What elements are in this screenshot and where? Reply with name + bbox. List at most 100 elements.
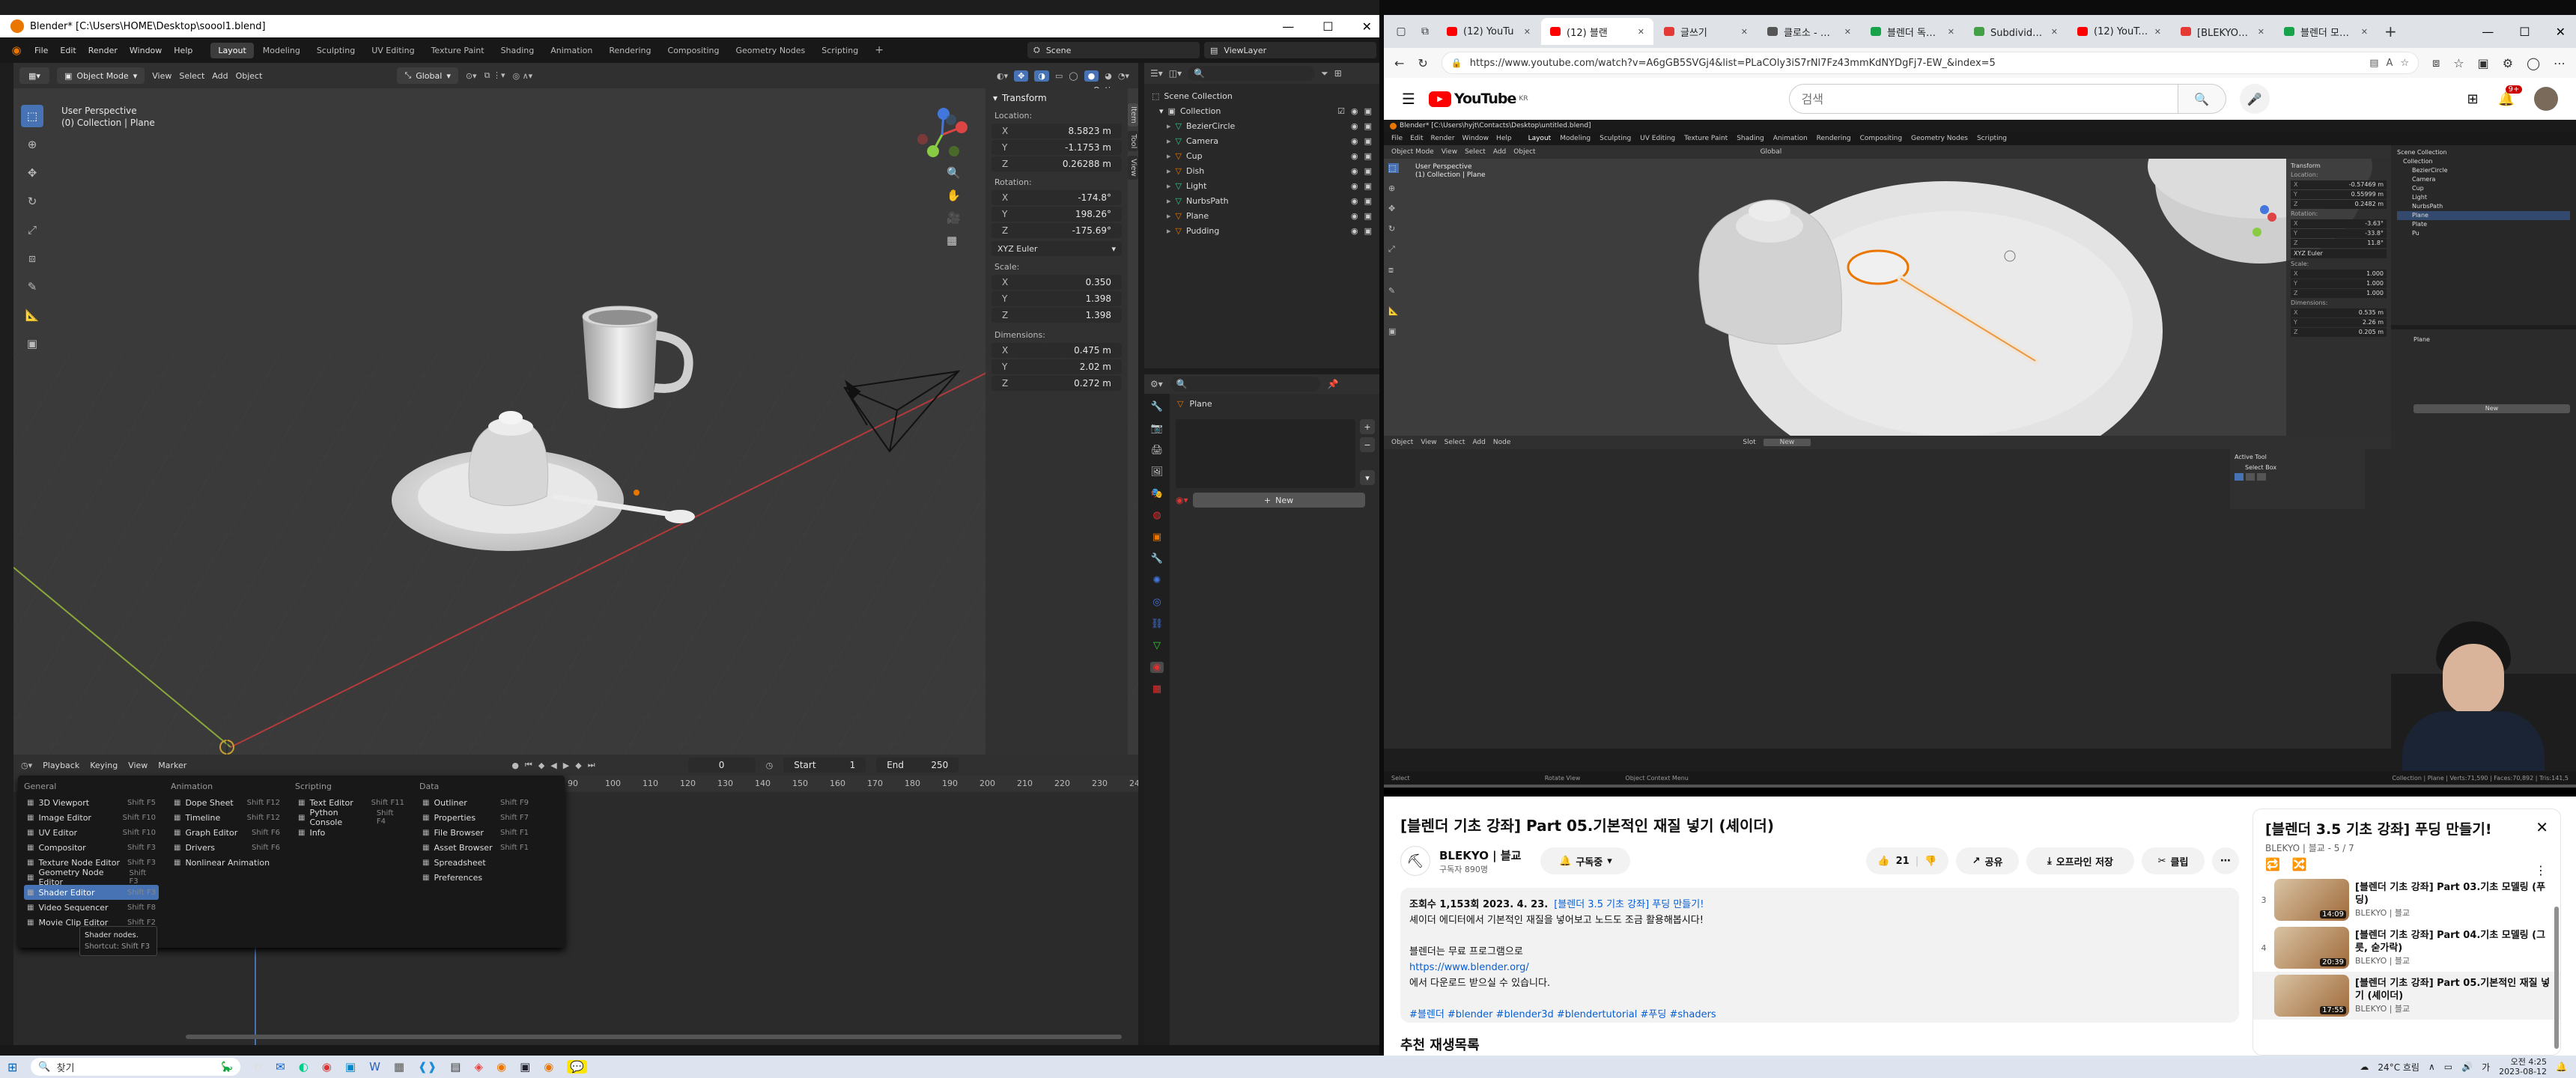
browser-tab[interactable]: 클로소 - 당신의 ✕ [1758,18,1860,45]
browser-tab[interactable]: (12) YouTu ✕ [1438,18,1540,45]
editor-menu-item[interactable]: ▦ UV Editor Shift F10 [24,825,159,840]
tab-close-icon[interactable]: ✕ [1844,27,1851,37]
dimensions-x-field[interactable]: X 0.475 m [991,343,1122,358]
hashtags[interactable]: #블렌더 #blender #blender3d #blendertutoria… [1409,1007,2230,1023]
eye-icon[interactable]: ◉ [1351,166,1358,176]
calculator-app-icon[interactable]: ▦ [394,1060,404,1074]
like-button[interactable]: 👍 21 | 👎 [1866,847,1948,874]
video-player[interactable]: Blender* [C:\Users\hyjt\Contacts\Desktop… [1384,120,2576,797]
browser-tab[interactable]: (12) 블랜 ✕ [1541,18,1653,45]
view-menu[interactable]: View [152,71,171,81]
tool-tab-icon[interactable]: 🔧 [1151,401,1163,412]
expand-icon[interactable]: ▸ [1167,136,1171,146]
transform-header[interactable]: ▾ Transform [985,88,1128,108]
editor-menu-item[interactable]: ▦ File Browser Shift F1 [419,825,532,840]
editor-menu-item[interactable]: ▦ Nonlinear Animation [171,855,283,870]
dimensions-y-field[interactable]: Y 2.02 m [991,359,1122,374]
location-x-field[interactable]: X 8.5823 m [991,124,1122,138]
proportional-edit-icon[interactable]: ◎ ∧▾ [512,71,532,81]
dimensions-z-field[interactable]: Z 0.272 m [991,376,1122,391]
start-button-icon[interactable]: ⊞ [7,1060,17,1074]
outliner-item[interactable]: ▸ ▽ Light ◉ ▣ [1144,178,1379,193]
editor-menu-item[interactable]: ▦ Info [295,825,407,840]
create-icon[interactable]: ⊞ [2467,91,2478,107]
tab-close-icon[interactable]: ✕ [1638,27,1644,37]
editor-menu-item[interactable]: ▦ Timeline Shift F12 [171,810,283,825]
chrome-app-icon[interactable]: ◉ [322,1060,332,1074]
measure-tool-icon[interactable]: 📐 [21,304,43,326]
sidebar-tab-tool[interactable]: Tool [1128,130,1138,152]
outliner-scene-collection[interactable]: ⬚ Scene Collection [1144,88,1379,103]
reader-icon[interactable]: ▤ [2369,58,2378,69]
editor-menu-item[interactable]: ▦ Preferences [419,870,532,885]
texture-tab-icon[interactable]: ▦ [1152,683,1161,695]
workspace-tab-rendering[interactable]: Rendering [601,43,658,58]
favorite-icon[interactable]: ☆ [2400,58,2409,69]
jump-end-icon[interactable]: ⏭ [588,760,595,770]
expand-icon[interactable]: ▸ [1167,166,1171,176]
view-layer-tab-icon[interactable]: 🖼 [1151,466,1164,478]
overlay-toggle-icon[interactable]: ◑ [1034,70,1049,82]
scale-y-field[interactable]: Y 1.398 [991,291,1122,306]
rotate-tool-icon[interactable]: ↻ [21,190,43,213]
expand-icon[interactable]: ▸ [1167,151,1171,161]
record-icon[interactable]: ● [511,761,519,770]
description-box[interactable]: 조회수 1,153회 2023. 4. 23. [블렌더 3.5 기초 강좌] 푸… [1400,888,2239,1023]
mode-dropdown[interactable]: ▣ Object Mode ▾ [57,67,145,84]
split-screen-icon[interactable]: ⧈ [2432,55,2440,70]
editor-menu-item[interactable]: ▦ Properties Shift F7 [419,810,532,825]
location-y-field[interactable]: Y -1.1753 m [991,140,1122,155]
task-view-icon[interactable]: ⧉ [254,1060,262,1074]
camera-render-icon[interactable]: ▣ [1364,226,1372,236]
outliner-collection[interactable]: ▾ ▣ Collection ☑ ◉ ▣ [1144,103,1379,118]
expand-icon[interactable]: ▸ [1167,181,1171,191]
orientation-dropdown[interactable]: ⤡ Global ▾ [397,67,458,84]
timeline-menu-view[interactable]: View [128,761,148,770]
expand-icon[interactable]: ▸ [1167,196,1171,206]
outliner-item[interactable]: ▸ ▽ Dish ◉ ▣ [1144,163,1379,178]
photos-app-icon[interactable]: ▣ [345,1060,356,1074]
workspace-tab-geometry-nodes[interactable]: Geometry Nodes [728,43,812,58]
back-icon[interactable]: ← [1394,56,1404,70]
notification-center-icon[interactable]: 🔔 [2556,1062,2567,1072]
remove-slot-button[interactable]: − [1360,437,1375,452]
lock-icon[interactable]: 🔒 [1451,58,1462,68]
add-menu[interactable]: Add [212,71,228,81]
eye-icon[interactable]: ◉ [1351,211,1358,221]
workspace-tab-animation[interactable]: Animation [543,43,600,58]
checkbox-icon[interactable]: ☑ [1337,106,1345,116]
tab-close-icon[interactable]: ✕ [2258,27,2264,37]
browser-tab[interactable]: [BLEKYO] 블렌 ✕ [2172,18,2273,45]
editor-menu-item[interactable]: ▦ Graph Editor Shift F6 [171,825,283,840]
share-button[interactable]: ↗ 공유 [1956,847,2019,874]
gizmo-toggle-icon[interactable]: ✥ [1014,70,1029,82]
timeline-scrollbar[interactable] [186,1035,1122,1039]
playlist-item[interactable]: 4 20:39 [블렌더 기초 강좌] Part 04.기초 모델링 (그릇, 숟가… [2253,924,2560,972]
workspace-tab-texture-paint[interactable]: Texture Paint [424,43,492,58]
mail-app-icon[interactable]: ✉ [276,1060,285,1074]
youtube-search-input[interactable] [1788,84,2178,114]
select-box-tool-icon[interactable]: ⬚ [21,105,43,127]
scale-x-field[interactable]: X 0.350 [991,275,1122,290]
notifications-icon[interactable]: 🔔 9+ [2498,85,2523,107]
outliner-editor-icon[interactable]: ☰▾ [1150,68,1163,79]
eye-icon[interactable]: ◉ [1351,151,1358,161]
collections-icon[interactable]: ▣ [2478,56,2489,70]
prev-key-icon[interactable]: ◆ [538,761,544,770]
extensions-icon[interactable]: ⚙ [2503,56,2513,70]
snap-icon[interactable]: ⧉ ⋮▾ [484,70,505,81]
material-tab-icon[interactable]: ◉ [1150,662,1164,673]
volume-icon[interactable]: 🔊 [2461,1062,2473,1072]
blender-app-icon[interactable]: ◉ [496,1060,506,1074]
ime-icon[interactable]: 가 [2482,1061,2490,1074]
object-tab-icon[interactable]: ▣ [1152,532,1161,543]
camera-render-icon[interactable]: ▣ [1364,196,1372,206]
new-material-button[interactable]: + New [1192,493,1365,508]
expand-icon[interactable]: ▸ [1167,211,1171,221]
more-actions-button[interactable]: ⋯ [2212,847,2239,874]
object-menu[interactable]: Object [236,71,263,81]
blender-menu-edit[interactable]: Edit [55,46,80,55]
tab-actions-icon[interactable]: ⧉ [1414,25,1436,37]
camera-view-icon[interactable]: 🎥 [947,211,961,225]
shading-wire-icon[interactable]: ◯ [1069,71,1078,81]
